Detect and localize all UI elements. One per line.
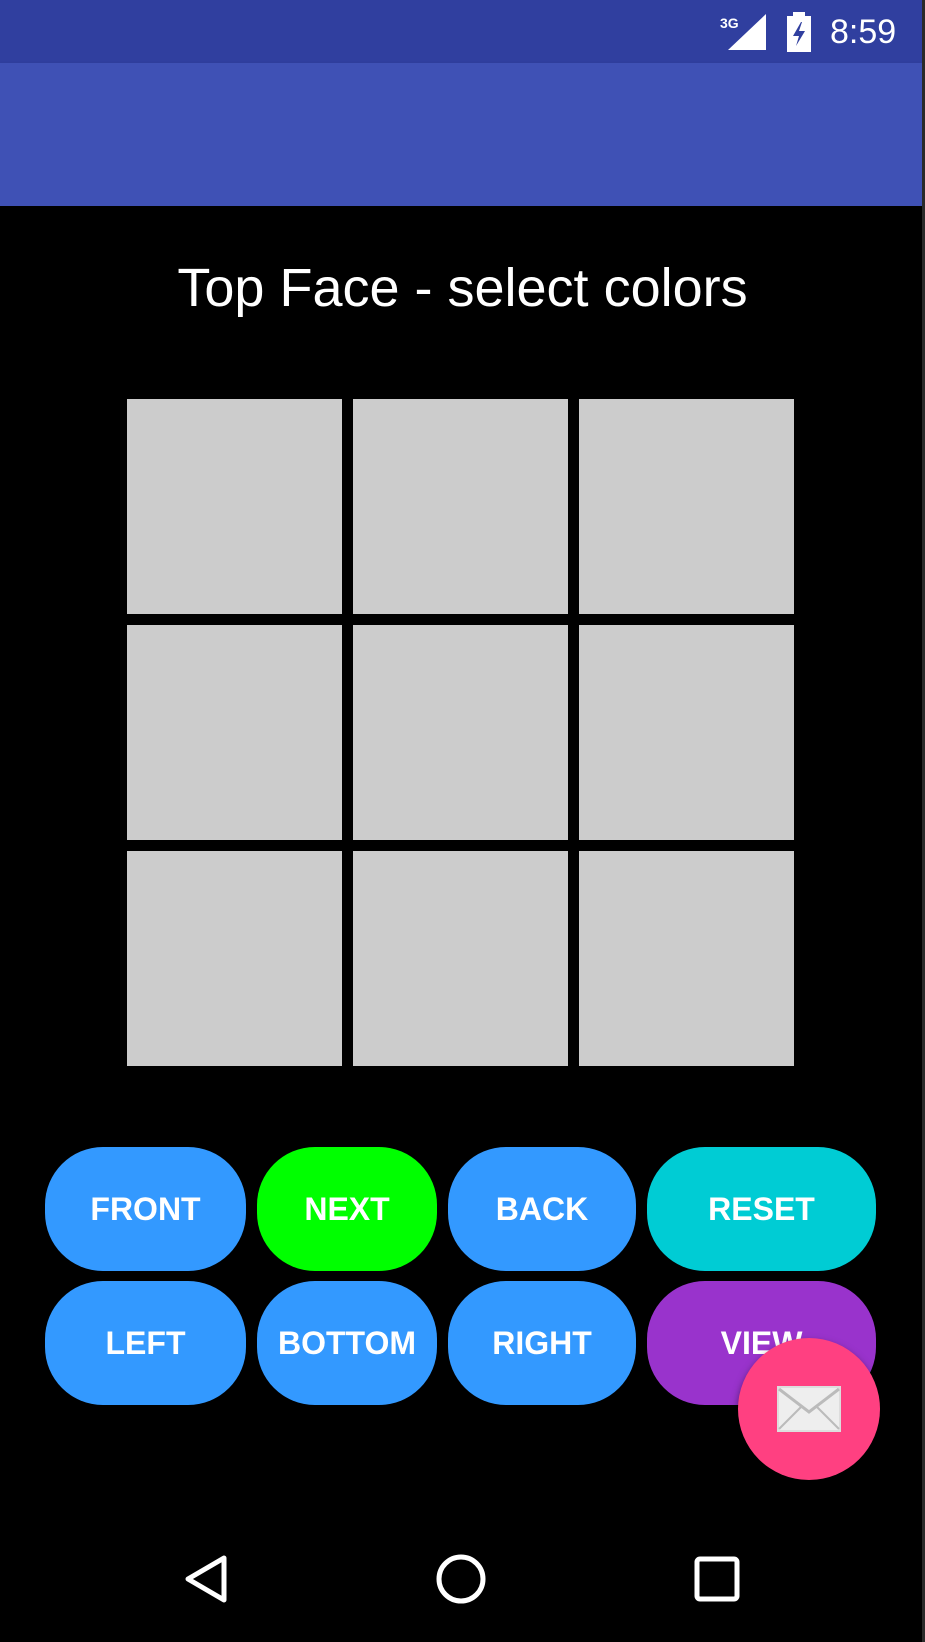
grid-cell-r1c1[interactable] <box>127 399 342 614</box>
cube-face-grid <box>127 399 794 1066</box>
battery-charging-icon <box>787 12 811 52</box>
back-triangle-icon[interactable] <box>180 1552 234 1606</box>
grid-cell-r2c1[interactable] <box>127 625 342 840</box>
screen: 3G 8:59 Top Face - select colors FRONT N… <box>0 0 925 1642</box>
grid-cell-r1c3[interactable] <box>579 399 794 614</box>
home-circle-icon[interactable] <box>434 1552 488 1606</box>
bottom-button[interactable]: BOTTOM <box>257 1281 437 1405</box>
app-bar <box>0 63 925 206</box>
network-type-label: 3G <box>720 15 739 31</box>
right-button[interactable]: RIGHT <box>448 1281 636 1405</box>
recents-square-icon[interactable] <box>690 1552 744 1606</box>
left-button[interactable]: LEFT <box>45 1281 246 1405</box>
grid-cell-r2c2[interactable] <box>353 625 568 840</box>
email-fab-button[interactable] <box>738 1338 880 1480</box>
next-button[interactable]: NEXT <box>257 1147 437 1271</box>
grid-cell-r2c3[interactable] <box>579 625 794 840</box>
grid-cell-r1c2[interactable] <box>353 399 568 614</box>
front-button[interactable]: FRONT <box>45 1147 246 1271</box>
status-bar: 3G 8:59 <box>0 0 925 63</box>
grid-cell-r3c1[interactable] <box>127 851 342 1066</box>
grid-cell-r3c2[interactable] <box>353 851 568 1066</box>
reset-button[interactable]: RESET <box>647 1147 876 1271</box>
grid-cell-r3c3[interactable] <box>579 851 794 1066</box>
status-time: 8:59 <box>830 13 897 51</box>
page-title: Top Face - select colors <box>177 258 748 318</box>
email-icon <box>777 1386 841 1432</box>
cell-signal-icon: 3G <box>720 14 766 50</box>
back-button[interactable]: BACK <box>448 1147 636 1271</box>
